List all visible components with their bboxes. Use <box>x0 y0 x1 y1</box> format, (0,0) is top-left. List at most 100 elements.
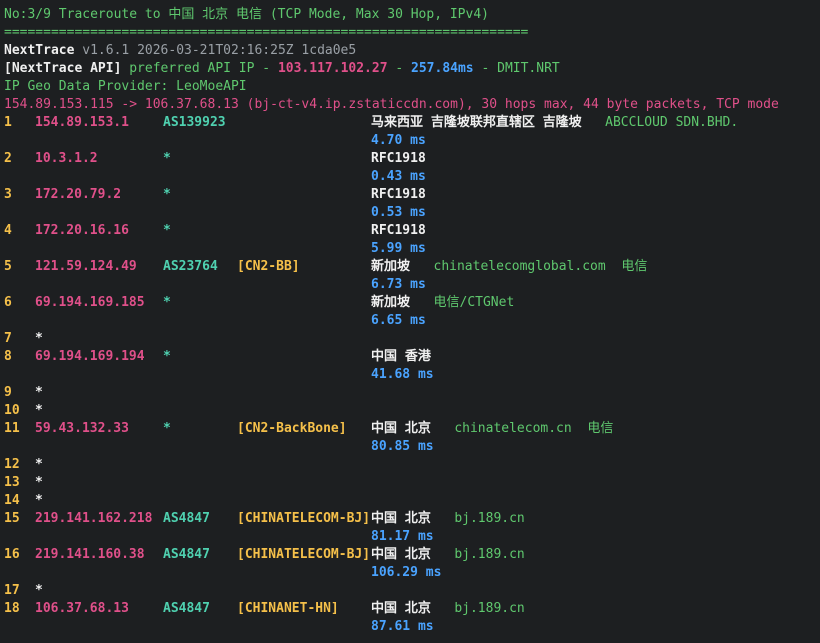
hop-rtt: 5.99 ms <box>371 241 426 256</box>
hop-tag: [CHINATELECOM-BJ] <box>237 511 371 526</box>
hop-row: 4 172.20.16.16 * RFC1918 <box>4 222 820 240</box>
hop-rtt: 87.61 ms <box>371 619 434 634</box>
hop-ip: 69.194.169.185 <box>35 295 145 310</box>
hop-org: bj.189.cn <box>454 601 525 616</box>
hop-timeout: * <box>35 385 43 400</box>
hop-number: 9 <box>4 385 12 400</box>
hop-number: 10 <box>4 403 20 418</box>
hop-org: bj.189.cn <box>454 511 525 526</box>
hop-number: 1 <box>4 115 12 130</box>
hop-list: 1 154.89.153.1 AS139923 马来西亚 吉隆坡联邦直辖区 吉隆坡 A… <box>4 114 820 636</box>
hop-geo-group: 新加坡 chinatelecomglobal.com 电信 <box>371 258 647 276</box>
hop-number: 18 <box>4 601 20 616</box>
api-ip: 103.117.102.27 <box>277 61 388 76</box>
hop-geo-group: RFC1918 <box>371 222 426 240</box>
hop-row: 9 * <box>4 384 820 402</box>
hop-row: 14 * <box>4 492 820 510</box>
hop-number: 13 <box>4 475 20 490</box>
hop-number: 11 <box>4 421 20 436</box>
hop-ip: 10.3.1.2 <box>35 151 98 166</box>
hop-geo-group: RFC1918 <box>371 186 426 204</box>
hop-geo: 马来西亚 吉隆坡联邦直辖区 吉隆坡 <box>371 115 582 130</box>
hop-row: 6 69.194.169.185 * 新加坡 电信/CTGNet <box>4 294 820 312</box>
hop-row: 10 * <box>4 402 820 420</box>
trace-summary: 154.89.153.115 -> 106.37.68.13 (bj-ct-v4… <box>4 97 779 112</box>
hop-rtt: 6.65 ms <box>371 313 426 328</box>
hop-rtt: 6.73 ms <box>371 277 426 292</box>
hop-number: 6 <box>4 295 12 310</box>
hop-geo: 新加坡 <box>371 259 411 274</box>
hop-rtt-row: 80.85 ms <box>4 438 820 456</box>
hop-geo-group: 新加坡 电信/CTGNet <box>371 294 514 312</box>
hop-timeout: * <box>35 583 43 598</box>
hop-number: 8 <box>4 349 12 364</box>
hop-rtt: 106.29 ms <box>371 565 442 580</box>
geo-provider-line: IP Geo Data Provider: LeoMoeAPI <box>4 79 247 94</box>
api-node: - DMIT.NRT <box>473 61 560 76</box>
hop-org: chinatelecom.cn 电信 <box>454 421 614 436</box>
app-name: NextTrace <box>4 43 75 58</box>
hop-rtt-row: 106.29 ms <box>4 564 820 582</box>
version-line: NextTrace v1.6.1 2026-03-21T02:16:25Z 1c… <box>4 42 820 60</box>
hop-number: 12 <box>4 457 20 472</box>
hop-timeout: * <box>35 403 43 418</box>
hop-rtt: 4.70 ms <box>371 133 426 148</box>
hop-number: 14 <box>4 493 20 508</box>
hop-rtt: 0.53 ms <box>371 205 426 220</box>
hop-rtt-row: 5.99 ms <box>4 240 820 258</box>
api-line: [NextTrace API] preferred API IP - 103.1… <box>4 60 820 78</box>
hop-geo: RFC1918 <box>371 151 426 166</box>
hop-number: 15 <box>4 511 20 526</box>
hop-rtt: 41.68 ms <box>371 367 434 382</box>
hop-row: 1 154.89.153.1 AS139923 马来西亚 吉隆坡联邦直辖区 吉隆坡 A… <box>4 114 820 132</box>
api-dash: - <box>387 61 412 76</box>
hop-asn: * <box>163 223 171 238</box>
hop-row: 17 * <box>4 582 820 600</box>
hop-timeout: * <box>35 331 43 346</box>
hop-rtt-row: 0.43 ms <box>4 168 820 186</box>
hop-timeout: * <box>35 493 43 508</box>
hop-ip: 172.20.16.16 <box>35 223 129 238</box>
hop-number: 5 <box>4 259 12 274</box>
hop-org: bj.189.cn <box>454 547 525 562</box>
hop-geo-group: 中国 北京 bj.189.cn <box>371 510 525 528</box>
hop-row: 3 172.20.79.2 * RFC1918 <box>4 186 820 204</box>
hop-row: 8 69.194.169.194 * 中国 香港 <box>4 348 820 366</box>
hop-tag: [CHINATELECOM-BJ] <box>237 547 371 562</box>
hop-asn: AS23764 <box>163 259 218 274</box>
hop-rtt-row: 6.73 ms <box>4 276 820 294</box>
hop-number: 7 <box>4 331 12 346</box>
hop-org: ABCCLOUD SDN.BHD. <box>605 115 739 130</box>
hop-timeout: * <box>35 475 43 490</box>
hop-asn: * <box>163 295 171 310</box>
hop-ip: 69.194.169.194 <box>35 349 145 364</box>
hop-row: 11 59.43.132.33 * [CN2-BackBone] 中国 北京 china… <box>4 420 820 438</box>
hop-geo: RFC1918 <box>371 187 426 202</box>
hop-asn: AS4847 <box>163 547 210 562</box>
separator-line: ========================================… <box>4 25 529 40</box>
hop-geo: 中国 北京 <box>371 421 431 436</box>
trace-title: No:3/9 Traceroute to 中国 北京 电信 (TCP Mode,… <box>4 7 489 22</box>
hop-geo-group: 中国 北京 chinatelecom.cn 电信 <box>371 420 613 438</box>
hop-row: 12 * <box>4 456 820 474</box>
hop-rtt-row: 81.17 ms <box>4 528 820 546</box>
hop-geo-group: 中国 香港 <box>371 348 431 366</box>
hop-rtt: 80.85 ms <box>371 439 434 454</box>
hop-asn: AS4847 <box>163 601 210 616</box>
api-preferred-text: preferred API IP - <box>121 61 278 76</box>
hop-timeout: * <box>35 457 43 472</box>
hop-org: 电信/CTGNet <box>433 295 515 310</box>
hop-asn: AS4847 <box>163 511 210 526</box>
hop-rtt-row: 87.61 ms <box>4 618 820 636</box>
hop-geo-group: 中国 北京 bj.189.cn <box>371 546 525 564</box>
hop-rtt-row: 4.70 ms <box>4 132 820 150</box>
hop-ip: 106.37.68.13 <box>35 601 129 616</box>
hop-row: 13 * <box>4 474 820 492</box>
hop-row: 2 10.3.1.2 * RFC1918 <box>4 150 820 168</box>
hop-ip: 59.43.132.33 <box>35 421 129 436</box>
hop-row: 18 106.37.68.13 AS4847 [CHINANET-HN] 中国 北京 b… <box>4 600 820 618</box>
hop-ip: 121.59.124.49 <box>35 259 137 274</box>
hop-rtt-row: 0.53 ms <box>4 204 820 222</box>
hop-rtt-row: 41.68 ms <box>4 366 820 384</box>
hop-row: 16 219.141.160.38 AS4847 [CHINATELECOM-BJ] 中… <box>4 546 820 564</box>
